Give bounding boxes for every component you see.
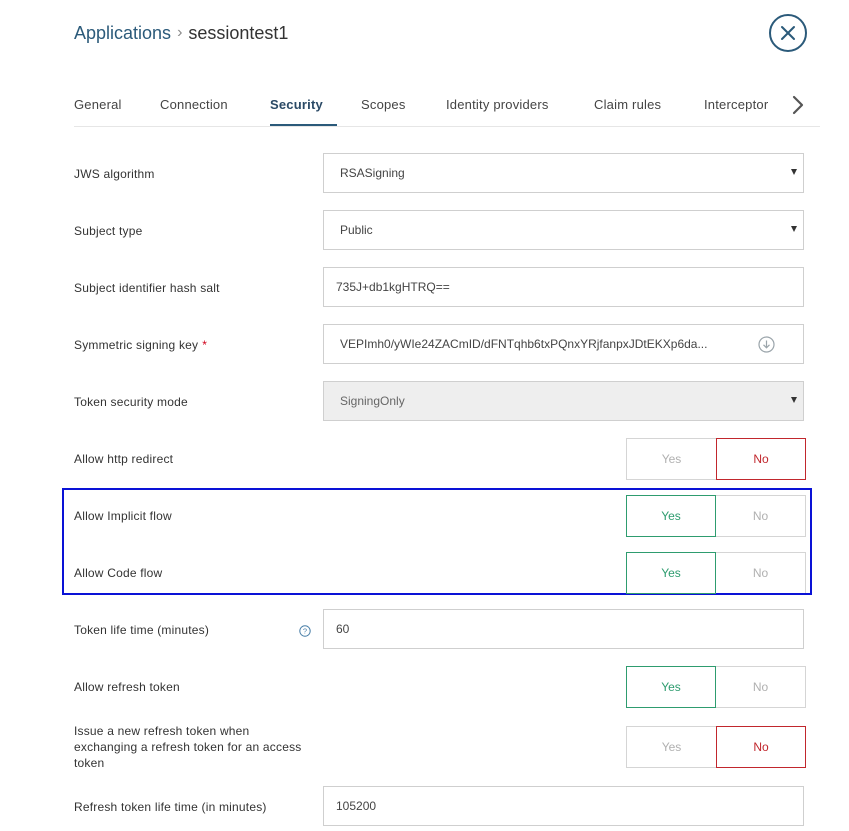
token-lifetime-label: Token life time (minutes) [74,623,210,637]
caret-down-icon [791,169,797,175]
tab-general[interactable]: General [74,86,122,124]
allow-code-flow-label: Allow Code flow [74,566,163,580]
tab-claim-rules[interactable]: Claim rules [594,86,661,124]
symmetric-signing-key-label: Symmetric signing key * [74,338,207,352]
issue-new-refresh-token-no-button[interactable]: No [716,726,806,768]
page-title: sessiontest1 [188,22,289,43]
token-security-mode-select: SigningOnly [323,381,804,421]
tab-connection[interactable]: Connection [160,86,228,124]
chevron-right-icon [792,95,804,115]
allow-code-flow-yes-button[interactable]: Yes [626,552,716,594]
tab-scopes[interactable]: Scopes [361,86,406,124]
token-security-mode-value: SigningOnly [340,394,405,408]
allow-refresh-token-yes-button[interactable]: Yes [626,666,716,708]
subject-hash-salt-input[interactable] [323,267,804,307]
allow-code-flow-no-button[interactable]: No [716,552,806,594]
jws-algorithm-select[interactable]: RSASigning [323,153,804,193]
symmetric-signing-key-field[interactable]: VEPImh0/yWIe24ZACmID/dFNTqhb6txPQnxYRjfa… [323,324,804,364]
refresh-token-lifetime-label: Refresh token life time (in minutes) [74,800,267,814]
issue-new-refresh-token-yes-button[interactable]: Yes [626,726,716,768]
caret-down-icon [791,397,797,403]
issue-new-refresh-token-label-line2: exchanging a refresh token for an access [74,740,302,754]
token-security-mode-label: Token security mode [74,395,188,409]
allow-implicit-flow-label: Allow Implicit flow [74,509,172,523]
jws-algorithm-value: RSASigning [340,166,405,180]
allow-http-redirect-no-button[interactable]: No [716,438,806,480]
issue-new-refresh-token-label-line1: Issue a new refresh token when [74,724,250,738]
help-icon[interactable]: ? [299,624,311,642]
tab-security[interactable]: Security [270,86,323,124]
active-tab-indicator [270,124,337,126]
allow-refresh-token-no-button[interactable]: No [716,666,806,708]
issue-new-refresh-token-label: Issue a new refresh token when exchangin… [74,723,324,771]
allow-refresh-token-toggle: Yes No [626,666,806,708]
tab-identity-providers[interactable]: Identity providers [446,86,549,124]
required-marker: * [202,338,208,352]
issue-new-refresh-token-label-line3: token [74,756,105,770]
caret-down-icon [791,226,797,232]
tabs-scroll-right-button[interactable] [788,94,808,116]
svg-text:?: ? [303,627,307,636]
allow-http-redirect-toggle: Yes No [626,438,806,480]
close-icon [781,26,795,40]
download-icon[interactable] [758,336,775,356]
token-lifetime-input[interactable] [323,609,804,649]
allow-http-redirect-yes-button[interactable]: Yes [626,438,716,480]
issue-new-refresh-token-toggle: Yes No [626,726,806,768]
tab-interceptor[interactable]: Interceptor [704,86,768,124]
allow-code-flow-toggle: Yes No [626,552,806,594]
allow-implicit-flow-no-button[interactable]: No [716,495,806,537]
breadcrumb-separator: › [177,24,183,41]
close-button[interactable] [769,14,807,52]
allow-refresh-token-label: Allow refresh token [74,680,180,694]
tab-bar: General Connection Security Scopes Ident… [74,86,820,127]
symmetric-signing-key-label-text: Symmetric signing key [74,338,199,352]
symmetric-signing-key-value: VEPImh0/yWIe24ZACmID/dFNTqhb6txPQnxYRjfa… [340,337,708,351]
subject-type-value: Public [340,223,373,237]
allow-http-redirect-label: Allow http redirect [74,452,174,466]
allow-implicit-flow-toggle: Yes No [626,495,806,537]
subject-hash-salt-label: Subject identifier hash salt [74,281,220,295]
breadcrumb: Applications › sessiontest1 [74,20,288,46]
subject-type-label: Subject type [74,224,143,238]
refresh-token-lifetime-input[interactable] [323,786,804,826]
allow-implicit-flow-yes-button[interactable]: Yes [626,495,716,537]
subject-type-select[interactable]: Public [323,210,804,250]
jws-algorithm-label: JWS algorithm [74,167,155,181]
breadcrumb-applications-link[interactable]: Applications [74,23,171,44]
